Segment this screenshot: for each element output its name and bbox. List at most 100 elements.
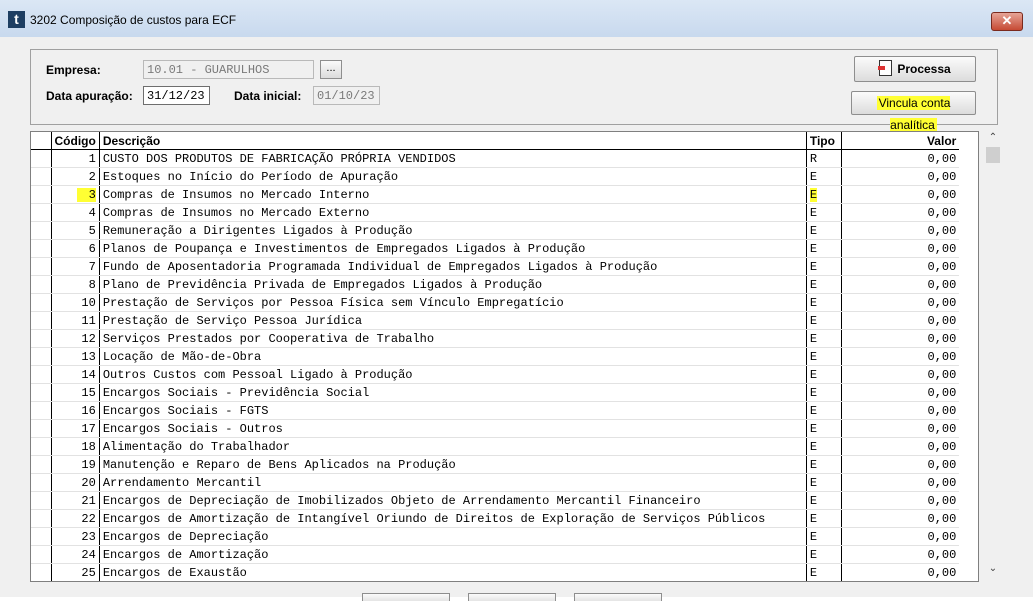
codigo-cell[interactable]: 18: [51, 437, 100, 456]
valor-cell[interactable]: 0,00: [841, 185, 960, 204]
tipo-cell[interactable]: E: [805, 239, 842, 258]
valor-cell[interactable]: 0,00: [841, 365, 960, 384]
valor-cell[interactable]: 0,00: [841, 257, 960, 276]
codigo-cell[interactable]: 15: [51, 383, 100, 402]
valor-cell[interactable]: 0,00: [841, 149, 960, 168]
table-row[interactable]: 7 Fundo de Aposentadoria Programada Indiv…: [31, 257, 960, 276]
valor-cell[interactable]: 0,00: [841, 347, 960, 366]
codigo-cell[interactable]: 7: [51, 257, 100, 276]
tipo-cell[interactable]: E: [805, 167, 842, 186]
costs-grid[interactable]: Código Descrição Tipo Valor 1 CUSTO DOS P…: [30, 131, 979, 582]
table-row[interactable]: 11 Prestação de Serviço Pessoa Jurídica E 0…: [31, 311, 960, 330]
close-button[interactable]: ✕: [991, 12, 1023, 31]
table-row[interactable]: 22 Encargos de Amortização de Intangível …: [31, 509, 960, 528]
table-row[interactable]: 2 Estoques no Início do Período de Apuraç…: [31, 167, 960, 186]
valor-cell[interactable]: 0,00: [841, 383, 960, 402]
table-row[interactable]: 15 Encargos Sociais - Previdência Social E…: [31, 383, 960, 402]
codigo-header[interactable]: Código: [51, 132, 100, 150]
codigo-cell[interactable]: 22: [51, 509, 100, 528]
valor-cell[interactable]: 0,00: [841, 491, 960, 510]
table-row[interactable]: 21 Encargos de Depreciação de Imobilizado…: [31, 491, 960, 510]
table-row[interactable]: 5 Remuneração a Dirigentes Ligados à Prod…: [31, 221, 960, 240]
tipo-cell[interactable]: R: [805, 149, 842, 168]
table-row[interactable]: 12 Serviços Prestados por Cooperativa de …: [31, 329, 960, 348]
codigo-cell[interactable]: 16: [51, 401, 100, 420]
table-row[interactable]: 1 CUSTO DOS PRODUTOS DE FABRICAÇÃO PRÓPRI…: [31, 149, 960, 168]
codigo-cell[interactable]: 21: [51, 491, 100, 510]
descricao-cell[interactable]: Arrendamento Mercantil: [99, 473, 807, 492]
tipo-cell[interactable]: E: [805, 185, 842, 204]
valor-cell[interactable]: 0,00: [841, 545, 960, 564]
descricao-cell[interactable]: Encargos Sociais - FGTS: [99, 401, 807, 420]
valor-cell[interactable]: 0,00: [841, 329, 960, 348]
descricao-cell[interactable]: Compras de Insumos no Mercado Externo: [99, 203, 807, 222]
descricao-cell[interactable]: Estoques no Início do Período de Apuraçã…: [99, 167, 807, 186]
table-row[interactable]: 14 Outros Custos com Pessoal Ligado à Pro…: [31, 365, 960, 384]
codigo-cell[interactable]: 23: [51, 527, 100, 546]
descricao-cell[interactable]: Fundo de Aposentadoria Programada Indivi…: [99, 257, 807, 276]
table-row[interactable]: 17 Encargos Sociais - Outros E 0,00: [31, 419, 960, 438]
table-row[interactable]: 25 Encargos de Exaustão E 0,00: [31, 563, 960, 581]
tipo-cell[interactable]: E: [805, 365, 842, 384]
descricao-cell[interactable]: Encargos de Depreciação de Imobilizados …: [99, 491, 807, 510]
valor-cell[interactable]: 0,00: [841, 527, 960, 546]
codigo-cell[interactable]: 14: [51, 365, 100, 384]
tipo-cell[interactable]: E: [805, 221, 842, 240]
valor-cell[interactable]: 0,00: [841, 473, 960, 492]
table-row[interactable]: 13 Locação de Mão-de-Obra E 0,00: [31, 347, 960, 366]
codigo-cell[interactable]: 2: [51, 167, 100, 186]
table-row[interactable]: 18 Alimentação do Trabalhador E 0,00: [31, 437, 960, 456]
codigo-cell[interactable]: 3: [51, 185, 100, 204]
valor-cell[interactable]: 0,00: [841, 239, 960, 258]
codigo-cell[interactable]: 19: [51, 455, 100, 474]
valor-cell[interactable]: 0,00: [841, 293, 960, 312]
bottom-button-1[interactable]: [362, 593, 450, 601]
valor-cell[interactable]: 0,00: [841, 167, 960, 186]
descricao-cell[interactable]: Compras de Insumos no Mercado Interno: [99, 185, 807, 204]
tipo-cell[interactable]: E: [805, 329, 842, 348]
valor-cell[interactable]: 0,00: [841, 455, 960, 474]
descricao-cell[interactable]: Encargos de Depreciação: [99, 527, 807, 546]
title-bar[interactable]: t 3202 Composição de custos para ECF ✕: [0, 0, 1033, 37]
codigo-cell[interactable]: 10: [51, 293, 100, 312]
codigo-cell[interactable]: 13: [51, 347, 100, 366]
table-row[interactable]: 10 Prestação de Serviços por Pessoa Físic…: [31, 293, 960, 312]
valor-cell[interactable]: 0,00: [841, 203, 960, 222]
empresa-field[interactable]: 10.01 - GUARULHOS: [143, 60, 314, 79]
tipo-cell[interactable]: E: [805, 293, 842, 312]
valor-cell[interactable]: 0,00: [841, 419, 960, 438]
table-row[interactable]: 24 Encargos de Amortização E 0,00: [31, 545, 960, 564]
table-row[interactable]: 16 Encargos Sociais - FGTS E 0,00: [31, 401, 960, 420]
codigo-cell[interactable]: 5: [51, 221, 100, 240]
tipo-cell[interactable]: E: [805, 311, 842, 330]
valor-cell[interactable]: 0,00: [841, 563, 960, 581]
descricao-cell[interactable]: CUSTO DOS PRODUTOS DE FABRICAÇÃO PRÓPRIA…: [99, 149, 807, 168]
codigo-cell[interactable]: 25: [51, 563, 100, 581]
codigo-cell[interactable]: 11: [51, 311, 100, 330]
descricao-cell[interactable]: Remuneração a Dirigentes Ligados à Produ…: [99, 221, 807, 240]
table-row[interactable]: 23 Encargos de Depreciação E 0,00: [31, 527, 960, 546]
codigo-cell[interactable]: 17: [51, 419, 100, 438]
descricao-cell[interactable]: Outros Custos com Pessoal Ligado à Produ…: [99, 365, 807, 384]
tipo-cell[interactable]: E: [805, 203, 842, 222]
tipo-cell[interactable]: E: [805, 419, 842, 438]
tipo-cell[interactable]: E: [805, 527, 842, 546]
tipo-header[interactable]: Tipo: [806, 132, 842, 150]
table-row[interactable]: 8 Plano de Previdência Privada de Emprega…: [31, 275, 960, 294]
codigo-cell[interactable]: 12: [51, 329, 100, 348]
tipo-cell[interactable]: E: [805, 563, 842, 581]
processa-button[interactable]: Processa: [854, 56, 976, 82]
tipo-cell[interactable]: E: [805, 383, 842, 402]
descricao-cell[interactable]: Manutenção e Reparo de Bens Aplicados na…: [99, 455, 807, 474]
tipo-cell[interactable]: E: [805, 275, 842, 294]
tipo-cell[interactable]: E: [805, 455, 842, 474]
codigo-cell[interactable]: 4: [51, 203, 100, 222]
tipo-cell[interactable]: E: [805, 545, 842, 564]
valor-cell[interactable]: 0,00: [841, 401, 960, 420]
scroll-thumb[interactable]: [986, 147, 1000, 163]
valor-cell[interactable]: 0,00: [841, 437, 960, 456]
descricao-cell[interactable]: Alimentação do Trabalhador: [99, 437, 807, 456]
vincula-conta-button[interactable]: Vincula conta analítica: [851, 91, 976, 132]
valor-cell[interactable]: 0,00: [841, 509, 960, 528]
descricao-cell[interactable]: Plano de Previdência Privada de Empregad…: [99, 275, 807, 294]
